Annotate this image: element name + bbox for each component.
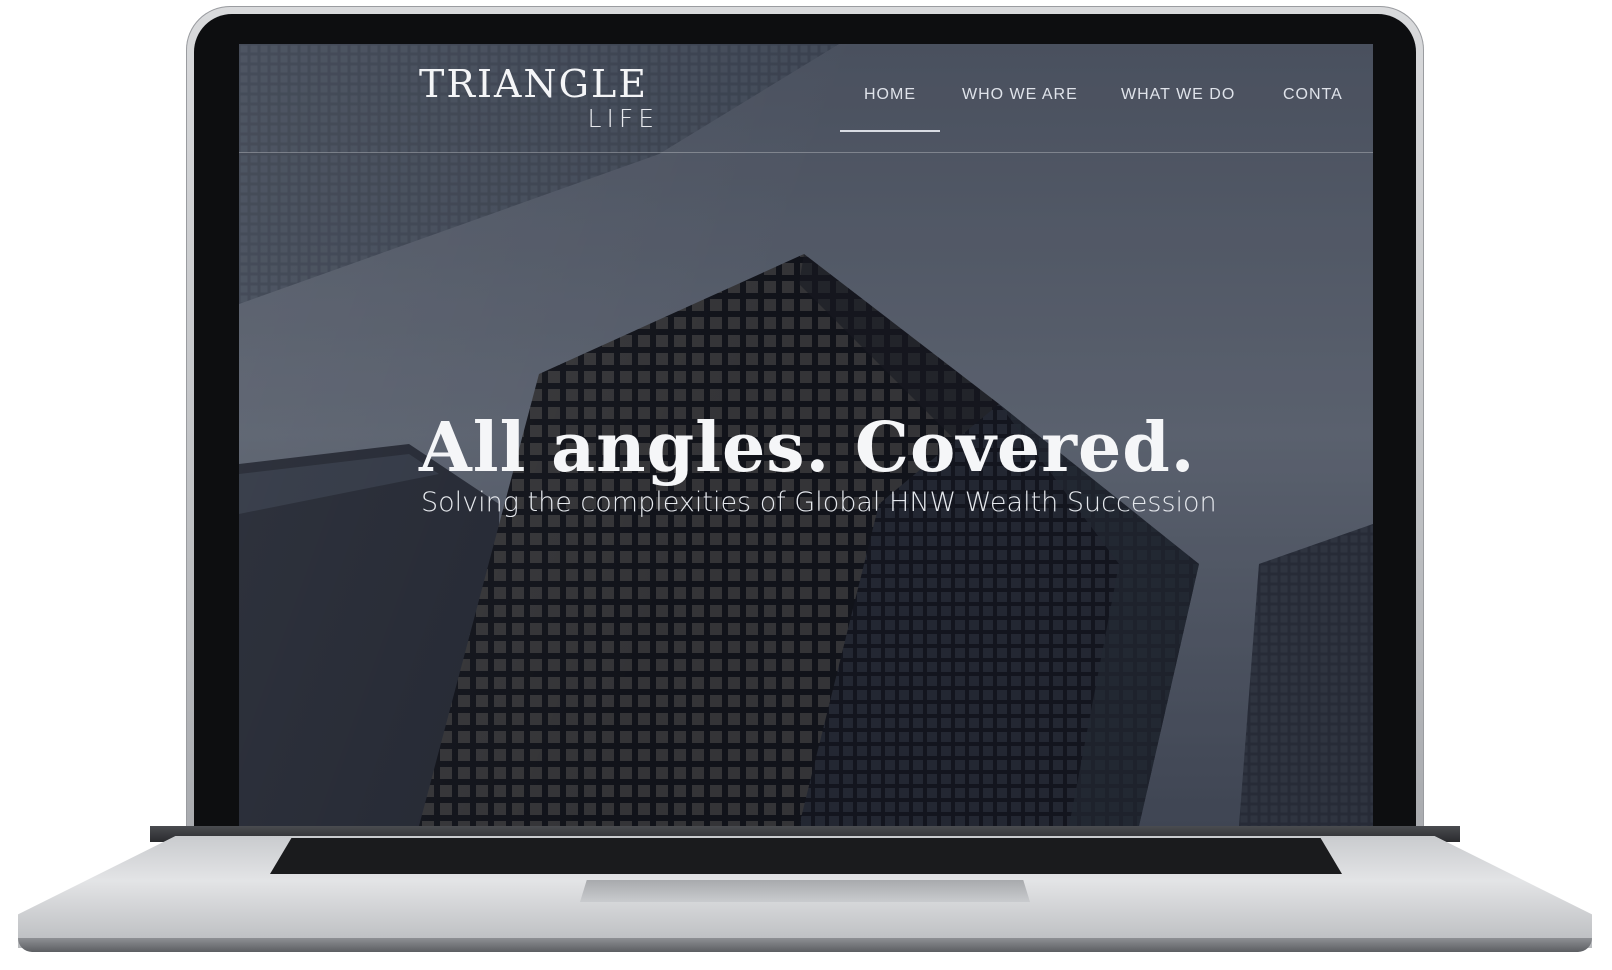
nav-active-indicator — [840, 130, 940, 132]
laptop-keyboard — [270, 838, 1342, 874]
nav-who-we-are[interactable]: WHO WE ARE — [962, 86, 1078, 104]
nav-home[interactable]: HOME — [864, 86, 916, 104]
website-screen: TRIANGLE LIFE HOME WHO WE ARE WHAT WE DO… — [239, 44, 1373, 826]
hero-headline: All angles. Covered. — [419, 407, 1196, 488]
laptop-mockup: TRIANGLE LIFE HOME WHO WE ARE WHAT WE DO… — [0, 0, 1612, 970]
logo-wordmark: TRIANGLE — [419, 62, 648, 106]
laptop-trackpad — [580, 880, 1030, 902]
nav-contact[interactable]: CONTA — [1283, 86, 1343, 104]
logo-subword: LIFE — [587, 104, 659, 133]
hero-subheadline: Solving the complexities of Global HNW W… — [421, 487, 1217, 518]
site-logo[interactable]: TRIANGLE LIFE — [419, 62, 659, 134]
nav-what-we-do[interactable]: WHAT WE DO — [1121, 86, 1235, 104]
site-header: TRIANGLE LIFE HOME WHO WE ARE WHAT WE DO… — [239, 44, 1373, 153]
laptop-front-edge — [18, 938, 1592, 952]
